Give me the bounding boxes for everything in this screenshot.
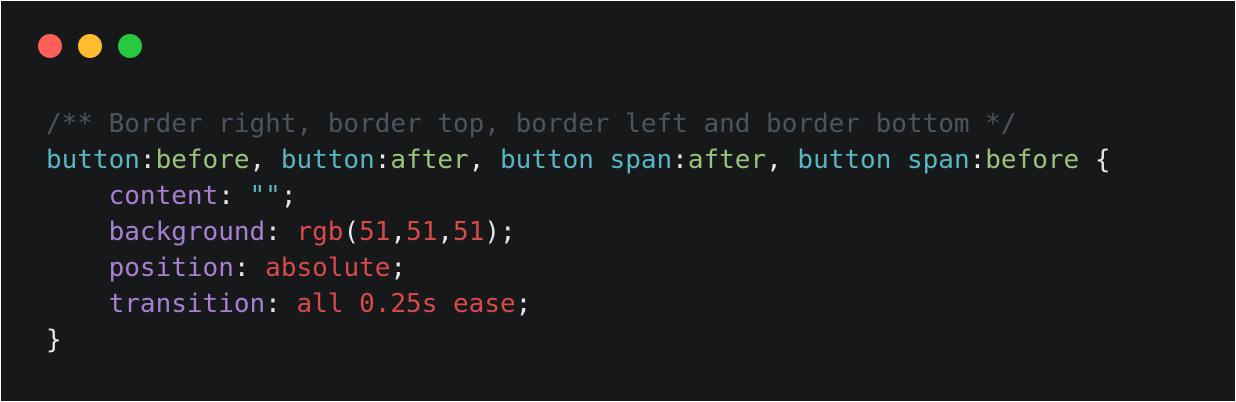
code-token-value: all 0.25s ease — [296, 289, 516, 319]
code-token-value: 51 — [406, 217, 438, 247]
code-token-punct: : — [218, 181, 250, 211]
code-token-punct: , — [249, 145, 281, 175]
code-token-punct — [46, 217, 109, 247]
code-token-punct: ( — [343, 217, 360, 247]
code-token-punct — [46, 253, 109, 283]
code-window: /** Border right, border top, border lef… — [1, 1, 1235, 401]
code-token-property: position — [108, 253, 234, 283]
close-button[interactable] — [38, 34, 62, 58]
code-token-pseudo: after — [390, 145, 469, 175]
code-line: position: absolute; — [46, 250, 1111, 286]
code-token-punct: , — [437, 217, 454, 247]
code-block: /** Border right, border top, border lef… — [46, 106, 1111, 358]
code-token-punct: ; — [390, 253, 407, 283]
code-token-punct: : — [265, 217, 297, 247]
code-token-punct: , — [766, 145, 798, 175]
code-token-property: background — [108, 217, 266, 247]
code-token-punct: ); — [484, 217, 516, 247]
code-token-pseudo: after — [687, 145, 767, 175]
code-token-value: absolute — [265, 253, 391, 283]
code-token-punct — [46, 289, 109, 319]
code-token-selector: button — [46, 145, 140, 175]
code-token-pseudo: before — [155, 145, 250, 175]
code-token-selector: button — [280, 145, 375, 175]
code-token-value: 51 — [453, 217, 485, 247]
code-token-selector: button span — [499, 145, 673, 175]
code-token-selector: button span — [797, 145, 970, 175]
minimize-button[interactable] — [78, 34, 102, 58]
code-line: background: rgb(51,51,51); — [46, 214, 1111, 250]
code-token-punct: { — [1079, 145, 1111, 175]
code-line: button:before, button:after, button span… — [46, 142, 1111, 178]
code-token-punct: , — [468, 145, 500, 175]
code-token-punct: , — [390, 217, 407, 247]
code-token-property: content — [108, 181, 219, 211]
code-token-punct: : — [374, 145, 391, 175]
code-token-comment: /** Border right, border top, border lef… — [46, 109, 1017, 139]
code-line: } — [46, 322, 1111, 358]
code-token-punct: : — [969, 145, 986, 175]
code-token-punct: : — [672, 145, 688, 175]
code-token-punct: : — [139, 145, 156, 175]
window-controls — [38, 34, 142, 58]
code-token-punct: ; — [515, 289, 532, 319]
code-token-punct: : — [265, 289, 297, 319]
code-line: /** Border right, border top, border lef… — [46, 106, 1111, 142]
code-line: transition: all 0.25s ease; — [46, 286, 1111, 322]
code-token-punct: } — [46, 325, 62, 355]
code-token-punct — [46, 181, 109, 211]
code-token-value: rgb — [296, 217, 344, 247]
code-token-punct: : — [233, 253, 266, 283]
code-token-string: "" — [249, 181, 281, 211]
code-token-pseudo: before — [985, 145, 1080, 175]
zoom-button[interactable] — [118, 34, 142, 58]
code-token-value: 51 — [359, 217, 391, 247]
code-line: content: ""; — [46, 178, 1111, 214]
code-token-punct: ; — [280, 181, 297, 211]
code-token-property: transition — [108, 289, 266, 319]
